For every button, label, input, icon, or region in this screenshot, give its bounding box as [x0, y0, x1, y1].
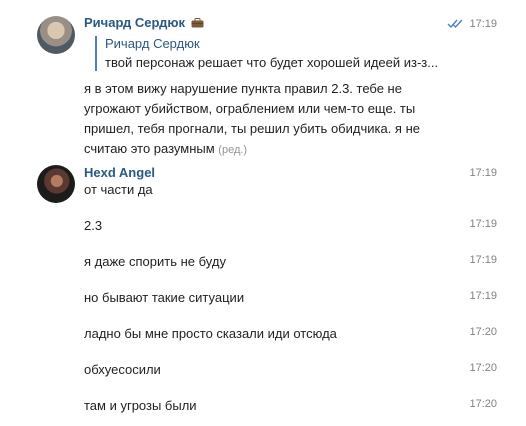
line-time: 17:20 [469, 398, 497, 410]
message-line: от части да [84, 182, 153, 197]
avatar[interactable] [37, 16, 75, 54]
line-time: 17:19 [469, 167, 497, 179]
line-time: 17:20 [469, 326, 497, 338]
message-body: я в этом вижу нарушение пункта правил 2.… [84, 81, 420, 156]
avatar[interactable] [37, 165, 75, 203]
line-time: 17:20 [469, 362, 497, 374]
message-text: я в этом вижу нарушение пункта правил 2.… [84, 79, 424, 160]
double-check-icon [447, 19, 463, 28]
reply-text: твой персонаж решает что будет хорошей и… [105, 55, 439, 70]
message-line: я даже спорить не буду [84, 254, 226, 269]
message-line: там и угрозы были [84, 398, 197, 413]
message-line: обхуесосили [84, 362, 161, 377]
message-line: но бывают такие ситуации [84, 290, 245, 305]
reply-quote[interactable]: Ричард Сердюк твой персонаж решает что б… [95, 36, 438, 71]
line-time: 17:19 [469, 254, 497, 266]
time-label: 17:19 [469, 18, 497, 30]
message-author[interactable]: Hexd Angel [84, 165, 155, 180]
reply-author: Ричард Сердюк [105, 36, 200, 51]
edited-label: (ред.) [218, 144, 248, 156]
line-time: 17:19 [469, 290, 497, 302]
message-line: 2.3 [84, 218, 103, 233]
line-time: 17:19 [469, 218, 497, 230]
author-name[interactable]: Ричард Сердюк [84, 15, 185, 30]
message-line: ладно бы мне просто сказали иди отсюда [84, 326, 337, 341]
message-time: 17:19 [447, 18, 497, 30]
briefcase-icon [191, 18, 204, 28]
message-author[interactable]: Ричард Сердюк [84, 15, 204, 30]
